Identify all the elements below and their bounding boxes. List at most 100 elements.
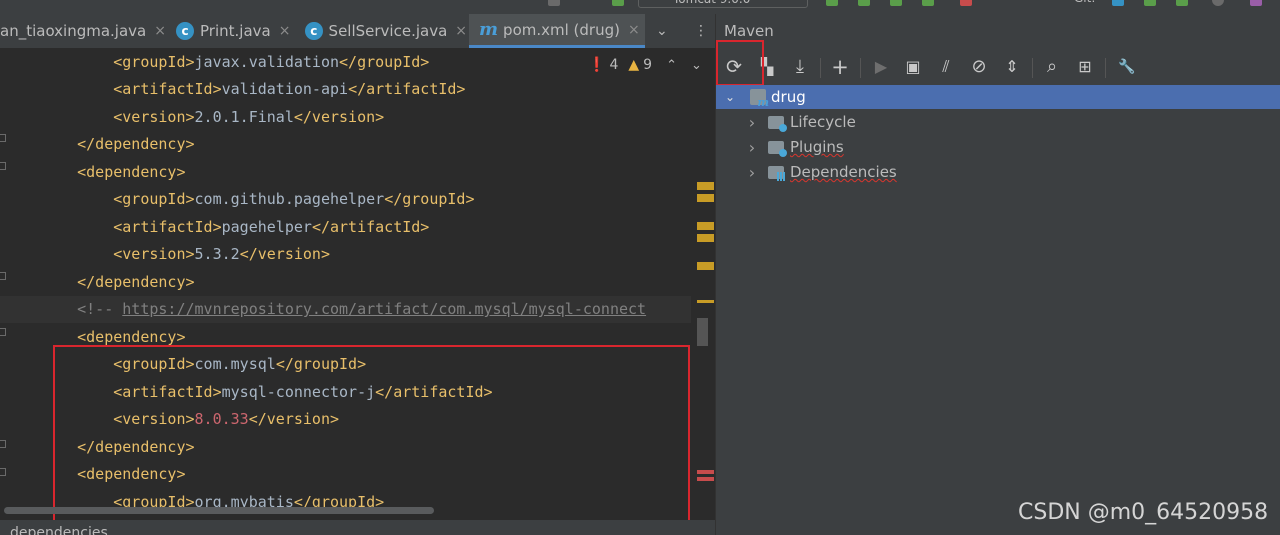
close-icon[interactable]: ×	[628, 22, 640, 38]
xml-value: com.mysql	[194, 355, 276, 373]
horizontal-scrollbar[interactable]	[4, 507, 434, 514]
code-line[interactable]: <version>5.3.2</version>	[0, 241, 691, 268]
code-line[interactable]: </dependency>	[0, 269, 691, 296]
error-icon: ❗	[588, 57, 606, 73]
error-count: 4	[609, 57, 619, 73]
dependencies-folder-icon	[768, 165, 786, 181]
code-editor[interactable]: <groupId>javax.validation</groupId> <art…	[0, 48, 715, 520]
tree-item-dependencies[interactable]: › Dependencies	[716, 160, 1280, 184]
code-line[interactable]: <dependency>	[0, 461, 691, 488]
warning-stripe-mark[interactable]	[697, 234, 714, 242]
expand-chevron-icon[interactable]: ›	[744, 113, 760, 132]
inspection-widget[interactable]: ❗ 4 ▲ 9 ⌃ ⌄	[588, 54, 702, 76]
back-arrow-icon[interactable]	[612, 0, 624, 6]
lifecycle-folder-icon	[768, 115, 787, 132]
code-line[interactable]: <artifactId>validation-api</artifactId>	[0, 76, 691, 103]
expand-chevron-icon[interactable]: ›	[744, 138, 760, 157]
breadcrumb-item[interactable]: dependencies	[10, 525, 108, 535]
previous-highlight-icon[interactable]: ⌃	[666, 58, 677, 73]
ide-logo-icon[interactable]	[1250, 0, 1262, 6]
warning-stripe-mark[interactable]	[697, 262, 714, 270]
collapse-all-icon[interactable]: ⇕	[1000, 55, 1024, 79]
toggle-offline-icon[interactable]: ⫽	[934, 55, 958, 79]
maven-toolbar: ⟳ ▚ ⤓ + ▶ ▣ ⫽ ⊘ ⇕ ⌕ ⊞ 🔧	[716, 52, 1280, 82]
maven-glyph: m	[757, 96, 769, 109]
xml-tag: <groupId>	[113, 355, 195, 373]
tree-item-plugins[interactable]: › Plugins	[716, 135, 1280, 159]
maven-tool-window: Maven ⟳ ▚ ⤓ + ▶ ▣ ⫽ ⊘ ⇕ ⌕ ⊞ 🔧 ⌄ m drug ›…	[716, 14, 1280, 535]
xml-tag: <dependency>	[77, 327, 186, 346]
code-line[interactable]: <groupId>com.mysql</groupId>	[0, 351, 691, 378]
tab-sellservice[interactable]: c SellService.java ×	[305, 14, 467, 48]
toolbar-separator	[1105, 58, 1106, 78]
commit-icon[interactable]	[1144, 0, 1156, 6]
warning-stripe-mark[interactable]	[697, 300, 714, 303]
code-line[interactable]: <dependency>	[0, 324, 691, 351]
tab-overflow-chevron-icon[interactable]: ⌄	[656, 14, 668, 48]
xml-tag: </groupId>	[275, 355, 367, 373]
tab-label: Print.java	[200, 22, 271, 40]
code-line[interactable]: <version>8.0.33</version>	[0, 406, 691, 433]
java-class-icon: c	[176, 22, 194, 40]
xml-tag: <groupId>	[113, 190, 195, 208]
xml-value: mysql-connector-j	[221, 382, 376, 401]
close-icon[interactable]: ×	[154, 23, 166, 39]
xml-tag: <dependency>	[77, 162, 186, 181]
error-stripe-mark[interactable]	[697, 477, 714, 481]
update-project-icon[interactable]	[1112, 0, 1124, 6]
execute-goal-icon[interactable]: ▣	[901, 55, 925, 79]
run-configuration-select[interactable]: Tomcat 9.0.0	[638, 0, 808, 8]
settings-wrench-icon[interactable]: 🔧	[1115, 55, 1139, 79]
close-icon[interactable]: ×	[279, 23, 291, 39]
tree-item-lifecycle[interactable]: › Lifecycle	[716, 110, 1280, 134]
skip-tests-icon[interactable]: ⊘	[967, 55, 991, 79]
run-icon[interactable]	[826, 0, 838, 6]
download-icon[interactable]: ⤓	[788, 55, 812, 79]
push-icon[interactable]	[1176, 0, 1188, 6]
java-class-icon: c	[305, 22, 323, 40]
code-line[interactable]: <groupId>com.github.pagehelper</groupId>	[0, 186, 691, 213]
xml-value: 2.0.1.Final	[194, 107, 294, 126]
code-line[interactable]: <version>2.0.1.Final</version>	[0, 104, 691, 131]
tab-print[interactable]: c Print.java ×	[176, 14, 300, 48]
error-stripe[interactable]	[694, 48, 715, 520]
stop-icon[interactable]	[960, 0, 972, 6]
tree-item-drug[interactable]: ⌄ m drug	[716, 85, 1280, 109]
debug-icon[interactable]	[858, 0, 870, 6]
expand-chevron-icon[interactable]: ⌄	[722, 90, 738, 104]
code-line[interactable]: <artifactId>mysql-connector-j</artifactI…	[0, 379, 691, 406]
tab-pom-xml[interactable]: m pom.xml (drug) ×	[469, 14, 645, 48]
xml-tag: <artifactId>	[113, 80, 222, 98]
breadcrumb[interactable]: dependencies	[0, 520, 715, 535]
close-icon[interactable]: ×	[455, 23, 467, 39]
code-line[interactable]: <artifactId>pagehelper</artifactId>	[0, 214, 691, 241]
tab-an-tiaoxingma[interactable]: an_tiaoxingma.java ×	[0, 14, 166, 48]
generate-sources-icon[interactable]: ▚	[755, 55, 779, 79]
code-line[interactable]: </dependency>	[0, 434, 691, 461]
build-icon[interactable]	[548, 0, 560, 6]
warning-stripe-mark[interactable]	[697, 182, 714, 190]
analyze-dependencies-icon[interactable]: ⌕	[1040, 55, 1064, 79]
warning-stripe-mark[interactable]	[697, 194, 714, 202]
code-line[interactable]: <!-- https://mvnrepository.com/artifact/…	[0, 296, 691, 323]
more-options-icon[interactable]: ⋮	[694, 14, 708, 48]
search-everywhere-icon[interactable]	[1212, 0, 1224, 6]
run-icon[interactable]: ▶	[869, 55, 893, 79]
warning-stripe-mark[interactable]	[697, 222, 714, 230]
expand-chevron-icon[interactable]: ›	[744, 163, 760, 182]
show-dependencies-icon[interactable]: ⊞	[1073, 55, 1097, 79]
scrollbar-thumb[interactable]	[697, 318, 708, 346]
reload-icon[interactable]: ⟳	[722, 55, 746, 79]
coverage-icon[interactable]	[890, 0, 902, 6]
code-line[interactable]: <dependency>	[0, 159, 691, 186]
error-stripe-mark[interactable]	[697, 470, 714, 474]
add-icon[interactable]: +	[828, 55, 852, 79]
profile-icon[interactable]	[922, 0, 934, 6]
vcs-label[interactable]: Git:	[1074, 0, 1095, 8]
code-line[interactable]: </dependency>	[0, 131, 691, 158]
